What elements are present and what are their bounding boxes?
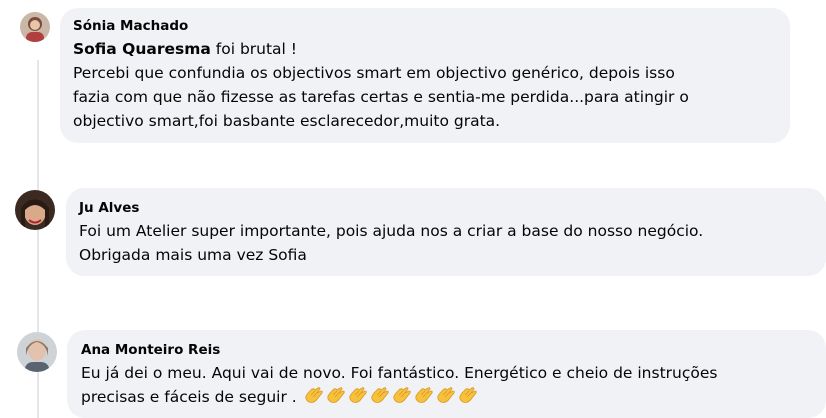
clapping-hands-icon xyxy=(326,387,346,405)
comment-text: Foi um Atelier super importante, pois aj… xyxy=(79,219,814,267)
comment-bubble: Ju Alves Foi um Atelier super importante… xyxy=(66,188,826,276)
comment-line: fazia com que não fizesse as tarefas cer… xyxy=(73,88,689,106)
comment-line: Percebi que confundia os objectivos smar… xyxy=(73,64,675,82)
clapping-hands-icon xyxy=(348,387,368,405)
comment-line: objectivo smart,foi basbante esclarecedo… xyxy=(73,112,501,130)
clapping-hands-icon xyxy=(458,387,478,405)
comment-line: precisas e fáceis de seguir . xyxy=(81,388,297,406)
clapping-hands-icon xyxy=(370,387,390,405)
comment-author[interactable]: Sónia Machado xyxy=(73,18,778,34)
clapping-hands-icon xyxy=(392,387,412,405)
comment-line: foi brutal ! xyxy=(215,40,297,58)
avatar[interactable] xyxy=(15,190,55,230)
emoji-row xyxy=(304,387,478,405)
clapping-hands-icon xyxy=(436,387,456,405)
comment-line: Eu já dei o meu. Aqui vai de novo. Foi f… xyxy=(81,364,718,382)
comment-author[interactable]: Ana Monteiro Reis xyxy=(81,342,814,358)
comment-text: Eu já dei o meu. Aqui vai de novo. Foi f… xyxy=(81,361,814,409)
avatar[interactable] xyxy=(20,12,50,42)
clapping-hands-icon xyxy=(304,387,324,405)
comment-line: Foi um Atelier super importante, pois aj… xyxy=(79,222,704,240)
mention-link[interactable]: Sofia Quaresma xyxy=(73,40,211,58)
comment-bubble: Ana Monteiro Reis Eu já dei o meu. Aqui … xyxy=(67,330,826,418)
comment-bubble: Sónia Machado Sofia Quaresma foi brutal … xyxy=(60,8,790,143)
clapping-hands-icon xyxy=(414,387,434,405)
avatar[interactable] xyxy=(17,332,57,372)
comment-line: Obrigada mais uma vez Sofia xyxy=(79,246,307,264)
comment-text: Sofia Quaresma foi brutal ! Percebi que … xyxy=(73,37,778,133)
comment-author[interactable]: Ju Alves xyxy=(79,200,814,216)
